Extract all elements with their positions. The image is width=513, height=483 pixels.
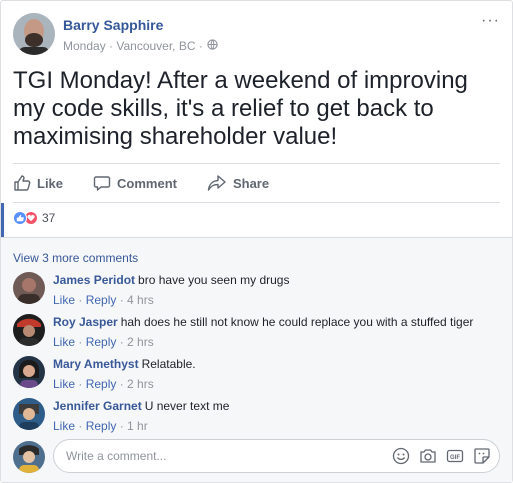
comment-actions: Like · Reply · 2 hrs — [53, 377, 154, 391]
camera-icon[interactable] — [419, 447, 437, 470]
comment-like-link[interactable]: Like — [53, 335, 75, 349]
comment-reply-link[interactable]: Reply — [86, 419, 117, 433]
reaction-count: 37 — [42, 211, 56, 225]
comment-time[interactable]: 1 hr — [127, 419, 148, 433]
comment-item: James Peridot bro have you seen my drugs … — [13, 272, 500, 312]
commenter-name[interactable]: James Peridot — [53, 273, 135, 287]
thumbs-up-icon — [13, 174, 31, 192]
author-name[interactable]: Barry Sapphire — [63, 17, 163, 33]
globe-icon — [207, 39, 218, 53]
comment-body: Mary Amethyst Relatable. Like · Reply · 2… — [53, 356, 196, 392]
comment-body: James Peridot bro have you seen my drugs … — [53, 272, 289, 308]
composer-icons: GIF — [392, 447, 491, 470]
comment-item: Mary Amethyst Relatable. Like · Reply · 2… — [13, 356, 500, 396]
comment-like-link[interactable]: Like — [53, 377, 75, 391]
commenter-avatar[interactable] — [13, 314, 45, 346]
comment-text: Relatable. — [141, 357, 196, 371]
comment-actions: Like · Reply · 4 hrs — [53, 293, 154, 307]
comment-bubble-icon — [93, 174, 111, 192]
share-arrow-icon — [207, 174, 227, 192]
comment-reply-link[interactable]: Reply — [86, 293, 117, 307]
commenter-name[interactable]: Roy Jasper — [53, 315, 118, 329]
emoji-icon[interactable] — [392, 447, 410, 470]
post-meta-text[interactable]: Monday · Vancouver, BC · — [63, 39, 203, 53]
comment-actions: Like · Reply · 1 hr — [53, 419, 148, 433]
comment-reply-link[interactable]: Reply — [86, 335, 117, 349]
comment-item: Jennifer Garnet U never text me Like · Re… — [13, 398, 500, 438]
svg-text:GIF: GIF — [450, 455, 460, 461]
comment-body: Roy Jasper hah does he still not know he … — [53, 314, 473, 350]
comment-text: hah does he still not know he could repl… — [120, 315, 474, 329]
comment-time[interactable]: 2 hrs — [127, 335, 154, 349]
sticker-icon[interactable] — [473, 447, 491, 470]
commenter-name[interactable]: Mary Amethyst — [53, 357, 139, 371]
comment-label: Comment — [117, 175, 177, 191]
comment-item: Roy Jasper hah does he still not know he … — [13, 314, 500, 354]
like-reaction-icon — [13, 211, 27, 225]
post-card: Barry Sapphire Monday · Vancouver, BC · … — [0, 0, 513, 483]
post-text: TGI Monday! After a weekend of improving… — [13, 67, 468, 150]
comment-input-box[interactable]: GIF — [53, 439, 500, 473]
like-button[interactable]: Like — [13, 174, 63, 192]
comment-like-link[interactable]: Like — [53, 419, 75, 433]
commenter-avatar[interactable] — [13, 272, 45, 304]
reactions-summary[interactable]: 37 — [13, 211, 55, 225]
comments-section: View 3 more comments James Peridot bro ha… — [1, 237, 512, 482]
share-button[interactable]: Share — [207, 174, 269, 192]
comment-actions: Like · Reply · 2 hrs — [53, 335, 154, 349]
comment-text: bro have you seen my drugs — [138, 273, 290, 287]
comment-button[interactable]: Comment — [93, 174, 177, 192]
comment-input[interactable] — [66, 449, 366, 463]
comment-composer: GIF — [13, 439, 500, 475]
commenter-avatar[interactable] — [13, 398, 45, 430]
comment-body: Jennifer Garnet U never text me Like · Re… — [53, 398, 229, 434]
commenter-name[interactable]: Jennifer Garnet — [53, 399, 142, 413]
comment-like-link[interactable]: Like — [53, 293, 75, 307]
current-user-avatar[interactable] — [13, 441, 45, 473]
comment-reply-link[interactable]: Reply — [86, 377, 117, 391]
commenter-avatar[interactable] — [13, 356, 45, 388]
comment-text: U never text me — [144, 399, 230, 413]
post-actions-bar: Like Comment Share — [13, 163, 500, 203]
view-more-comments-link[interactable]: View 3 more comments — [13, 251, 138, 265]
like-label: Like — [37, 175, 64, 191]
more-icon[interactable]: ··· — [481, 13, 500, 29]
share-label: Share — [232, 175, 270, 191]
gif-icon[interactable]: GIF — [446, 447, 464, 470]
comment-time[interactable]: 2 hrs — [127, 377, 154, 391]
author-avatar[interactable] — [13, 13, 55, 55]
post-meta: Monday · Vancouver, BC · — [63, 39, 218, 53]
comment-time[interactable]: 4 hrs — [127, 293, 154, 307]
focus-indicator — [1, 203, 4, 237]
